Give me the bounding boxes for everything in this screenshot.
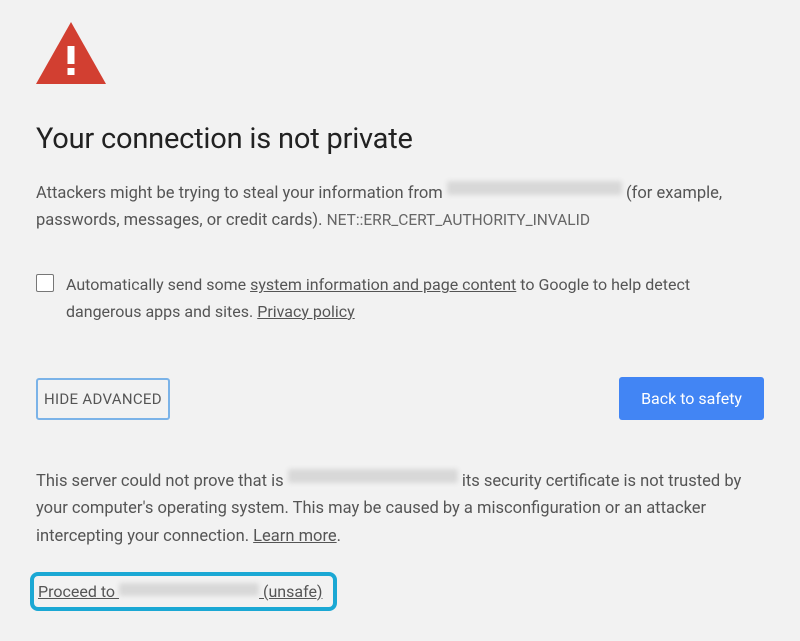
proceed-highlight-box: Proceed to (unsafe) <box>30 572 337 611</box>
reporting-checkbox-row: Automatically send some system informati… <box>36 272 764 325</box>
system-info-link[interactable]: system information and page content <box>250 275 516 294</box>
button-row: HIDE ADVANCED Back to safety <box>36 377 764 420</box>
hide-advanced-button[interactable]: HIDE ADVANCED <box>36 378 170 420</box>
reporting-checkbox[interactable] <box>36 274 54 292</box>
advanced-period: . <box>337 527 341 546</box>
error-code: NET::ERR_CERT_AUTHORITY_INVALID <box>327 211 590 229</box>
warning-description: Attackers might be trying to steal your … <box>36 180 764 234</box>
page-title: Your connection is not private <box>36 122 764 156</box>
redacted-domain-proceed <box>119 583 259 596</box>
redacted-domain-advanced <box>288 469 458 483</box>
checkbox-text-before: Automatically send some <box>66 275 250 294</box>
privacy-policy-link[interactable]: Privacy policy <box>257 302 355 321</box>
learn-more-link[interactable]: Learn more <box>253 527 336 546</box>
description-prefix: Attackers might be trying to steal your … <box>36 184 447 203</box>
redacted-domain <box>447 181 622 195</box>
proceed-link[interactable]: Proceed to (unsafe) <box>38 582 323 601</box>
proceed-suffix: (unsafe) <box>259 582 323 601</box>
reporting-label: Automatically send some system informati… <box>66 272 764 325</box>
proceed-prefix: Proceed to <box>38 582 119 601</box>
advanced-explanation: This server could not prove that is its … <box>36 468 764 550</box>
warning-triangle-icon <box>36 22 764 84</box>
advanced-text-before: This server could not prove that is <box>36 472 288 491</box>
back-to-safety-button[interactable]: Back to safety <box>619 377 764 420</box>
